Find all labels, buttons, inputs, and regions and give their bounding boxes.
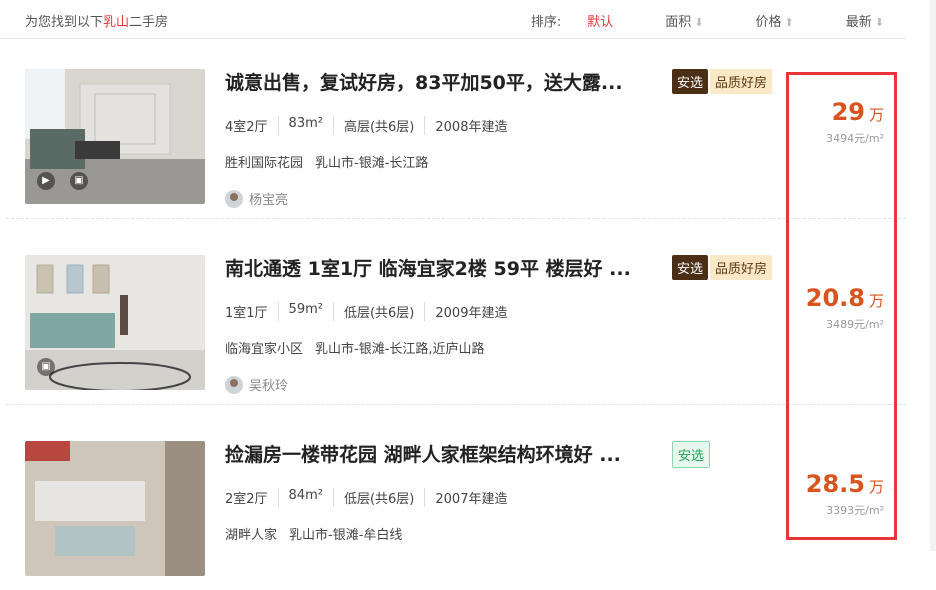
floor-level: 低层(共6层) — [332, 488, 424, 507]
community-name[interactable]: 湖畔人家 — [225, 528, 277, 543]
total-price: 29 — [831, 98, 865, 126]
price-unit: 万 — [868, 478, 884, 496]
total-price: 28.5 — [805, 470, 865, 498]
price-block: 28.5 万 3393元/m² — [806, 470, 884, 518]
sort-newest[interactable]: 最新 ⬇ — [820, 11, 884, 30]
floor-level: 高层(共6层) — [332, 116, 424, 135]
build-year: 2008年建造 — [424, 116, 517, 135]
listing-location: 胜利国际花园 乳山市-银滩-长江路 — [225, 152, 428, 171]
results-header: 为您找到以下乳山二手房 排序: 默认 面积 ⬇ 价格 ⬆ 最新 ⬇ — [0, 0, 906, 39]
room-layout: 2室2厅 — [225, 492, 268, 507]
listing-tags: 安选 品质好房 — [672, 69, 773, 94]
agent-info[interactable]: 吴秋玲 — [225, 375, 288, 394]
sort-area[interactable]: 面积 ⬇ — [639, 11, 703, 30]
sort-label: 排序: — [530, 15, 562, 30]
room-layout: 4室2厅 — [225, 120, 268, 135]
listing-title[interactable]: 诚意出售，复试好房，83平加50平，送大露... — [225, 68, 645, 95]
unit-price: 3489元/m² — [826, 318, 884, 331]
floor-area: 84m² — [277, 488, 333, 507]
listing-attributes: 4室2厅 83m² 高层(共6层) 2008年建造 — [225, 116, 517, 135]
sort-bar: 排序: 默认 面积 ⬇ 价格 ⬆ 最新 ⬇ — [531, 11, 884, 30]
listing-tags: 安选 品质好房 — [672, 255, 773, 280]
floor-area: 83m² — [277, 116, 333, 135]
gallery-icon[interactable]: ▣ — [37, 358, 55, 376]
sort-arrow-icon: ⬇ — [874, 16, 884, 29]
floor-area: 59m² — [277, 302, 333, 321]
district: 乳山市-银滩-牟白线 — [289, 528, 403, 543]
listing-tags: 安选 — [672, 441, 711, 468]
listing-attributes: 1室1厅 59m² 低层(共6层) 2009年建造 — [225, 302, 517, 321]
room-layout: 1室1厅 — [225, 306, 268, 321]
listing-attributes: 2室2厅 84m² 低层(共6层) 2007年建造 — [225, 488, 517, 507]
results-summary: 为您找到以下乳山二手房 — [25, 15, 169, 30]
build-year: 2007年建造 — [424, 488, 517, 507]
tag-anxuan: 安选 — [672, 255, 709, 280]
community-name[interactable]: 临海宜家小区 — [225, 342, 303, 357]
tag-quality: 品质好房 — [710, 69, 773, 94]
sort-arrow-icon: ⬇ — [694, 16, 704, 29]
listing-photo[interactable]: ▶ ▣ — [25, 69, 205, 204]
price-unit: 万 — [868, 292, 884, 310]
district: 乳山市-银滩-长江路 — [315, 156, 429, 171]
agent-info[interactable]: 杨宝亮 — [225, 189, 288, 208]
price-block: 20.8 万 3489元/m² — [806, 284, 884, 332]
agent-name: 吴秋玲 — [249, 379, 289, 394]
sort-arrow-icon: ⬆ — [784, 16, 794, 29]
gallery-icon[interactable]: ▣ — [70, 172, 88, 190]
district: 乳山市-银滩-长江路,近庐山路 — [315, 342, 485, 357]
listing-location: 临海宜家小区 乳山市-银滩-长江路,近庐山路 — [225, 338, 485, 357]
sort-default[interactable]: 默认 — [587, 11, 613, 30]
scrollbar[interactable] — [930, 0, 936, 551]
unit-price: 3393元/m² — [826, 504, 884, 517]
listing-item[interactable]: 捡漏房一楼带花园 湖畔人家框架结构环境好 ... 安选 2室2厅 84m² 低层… — [6, 410, 906, 590]
listing-photo[interactable] — [25, 441, 205, 576]
play-icon[interactable]: ▶ — [37, 172, 55, 190]
build-year: 2009年建造 — [424, 302, 517, 321]
listing-location: 湖畔人家 乳山市-银滩-牟白线 — [225, 524, 402, 543]
tag-quality: 品质好房 — [710, 255, 773, 280]
floor-level: 低层(共6层) — [332, 302, 424, 321]
listing-item[interactable]: ▣ 南北通透 1室1厅 临海宜家2楼 59平 楼层好 ... 安选 品质好房 1… — [6, 224, 906, 405]
tag-anxuan: 安选 — [672, 441, 711, 468]
unit-price: 3494元/m² — [826, 132, 884, 145]
price-unit: 万 — [868, 106, 884, 124]
listing-title[interactable]: 捡漏房一楼带花园 湖畔人家框架结构环境好 ... — [225, 440, 645, 467]
listing-item[interactable]: ▶ ▣ 诚意出售，复试好房，83平加50平，送大露... 安选 品质好房 4室2… — [6, 38, 906, 219]
tag-anxuan: 安选 — [672, 69, 709, 94]
listing-photo[interactable]: ▣ — [25, 255, 205, 390]
avatar — [225, 189, 243, 208]
price-block: 29 万 3494元/m² — [826, 98, 884, 146]
avatar — [225, 375, 243, 394]
community-name[interactable]: 胜利国际花园 — [225, 156, 303, 171]
city-name: 乳山 — [103, 15, 130, 30]
sort-price[interactable]: 价格 ⬆ — [730, 11, 794, 30]
listing-title[interactable]: 南北通透 1室1厅 临海宜家2楼 59平 楼层好 ... — [225, 254, 645, 281]
total-price: 20.8 — [805, 284, 865, 312]
agent-name: 杨宝亮 — [249, 193, 289, 208]
